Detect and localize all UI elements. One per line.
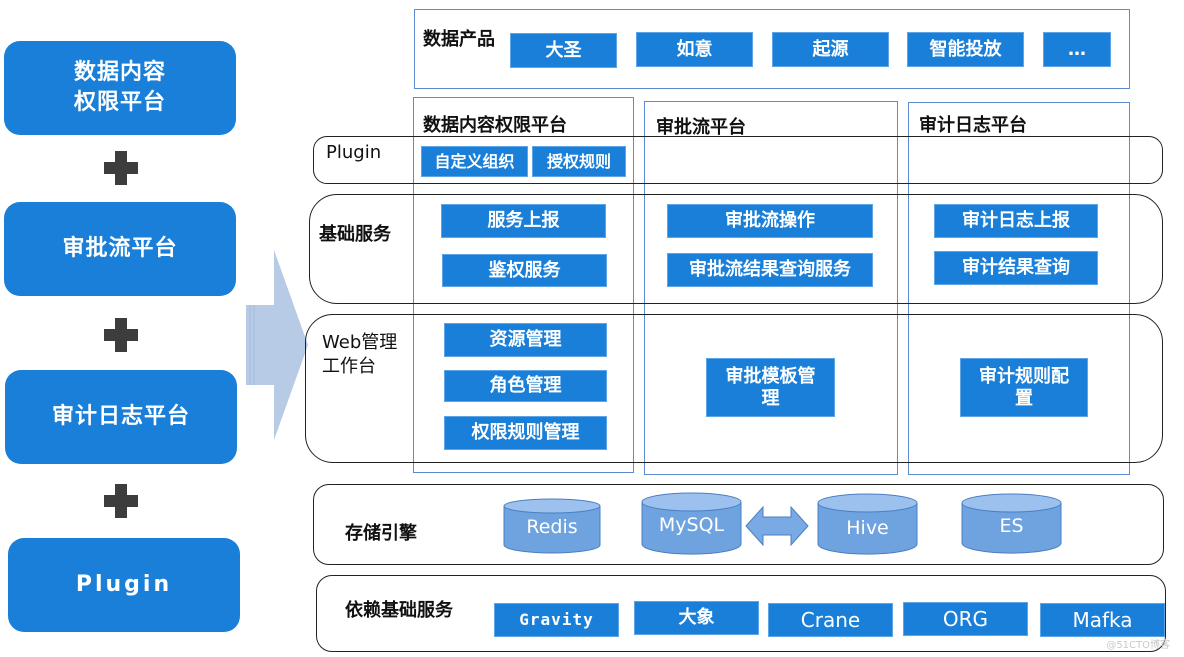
dependency-chip: Crane (768, 603, 893, 637)
row-label: Web管理 工作台 (322, 331, 397, 379)
plus-icon (104, 318, 138, 352)
left-block-label: Plugin (75, 572, 173, 597)
storage-engine-es: ES (961, 493, 1062, 554)
dependency-chip: ORG (903, 602, 1028, 636)
data-products-title: 数据产品 (423, 29, 495, 50)
service-chip: 审批流操作 (667, 204, 873, 238)
service-chip: 审批流结果查询服务 (667, 253, 873, 287)
left-block-plugin: Plugin (8, 538, 240, 632)
plugin-chip: 授权规则 (532, 146, 626, 177)
dependency-chip: Gravity (494, 603, 619, 637)
web-console-chip-audit-rules: 审计规则配 置 (960, 358, 1088, 417)
plugin-chip: 自定义组织 (421, 146, 528, 177)
service-chip: 服务上报 (441, 204, 606, 238)
left-block-audit-log-platform: 审计日志平台 (5, 370, 237, 464)
product-chip: 如意 (636, 32, 753, 67)
web-console-chip: 权限规则管理 (444, 416, 607, 450)
left-block-label-line2: 权限平台 (73, 90, 166, 115)
right-arrow-icon (246, 250, 308, 440)
web-console-chip: 资源管理 (444, 323, 607, 357)
column-title: 数据内容权限平台 (423, 115, 567, 136)
row-label-line1: Web管理 (322, 332, 398, 353)
chip-line1: 审计规则配 (979, 365, 1069, 387)
storage-engine-mysql: MySQL (641, 492, 742, 555)
row-label-line2: 工作台 (322, 356, 376, 377)
chip-line1: 审批模板管 (725, 365, 816, 387)
plus-icon (104, 151, 138, 185)
storage-engine-hive: Hive (817, 493, 918, 555)
left-block-approval-platform: 审批流平台 (4, 202, 236, 296)
service-chip: 审计日志上报 (934, 204, 1098, 238)
storage-engine-label: Hive (846, 517, 889, 539)
left-block-label: 审批流平台 (62, 236, 178, 261)
product-chip-more: … (1043, 32, 1111, 67)
dependency-chip: Mafka (1040, 603, 1165, 637)
storage-engine-label: Redis (526, 516, 578, 538)
chip-line2: 置 (1015, 387, 1033, 409)
dependency-chip: 大象 (634, 601, 759, 635)
watermark: @51CTO博客 (1106, 640, 1170, 651)
row-label: 基础服务 (319, 224, 391, 245)
left-block-label: 审计日志平台 (51, 404, 190, 429)
column-title: 审计日志平台 (919, 115, 1027, 136)
web-console-chip: 角色管理 (444, 370, 607, 402)
chip-line2: 理 (761, 387, 780, 409)
service-chip: 审计结果查询 (934, 251, 1098, 285)
row-label: 依赖基础服务 (345, 600, 453, 621)
web-console-chip-approval-template: 审批模板管 理 (706, 358, 835, 417)
plus-icon (104, 484, 138, 518)
storage-engine-label: MySQL (658, 514, 725, 536)
storage-engine-label: ES (999, 515, 1024, 537)
product-chip: 智能投放 (907, 32, 1024, 67)
product-chip: 大圣 (510, 33, 617, 68)
bidirectional-arrow-icon (745, 505, 809, 547)
storage-engine-redis: Redis (503, 498, 601, 554)
row-label: 存储引擎 (345, 523, 417, 544)
service-chip: 鉴权服务 (442, 254, 607, 287)
row-label: Plugin (326, 142, 382, 163)
left-block-data-permission-platform: 数据内容 权限平台 (4, 41, 236, 135)
left-block-label-line1: 数据内容 (73, 60, 166, 85)
product-chip: 起源 (772, 32, 889, 67)
